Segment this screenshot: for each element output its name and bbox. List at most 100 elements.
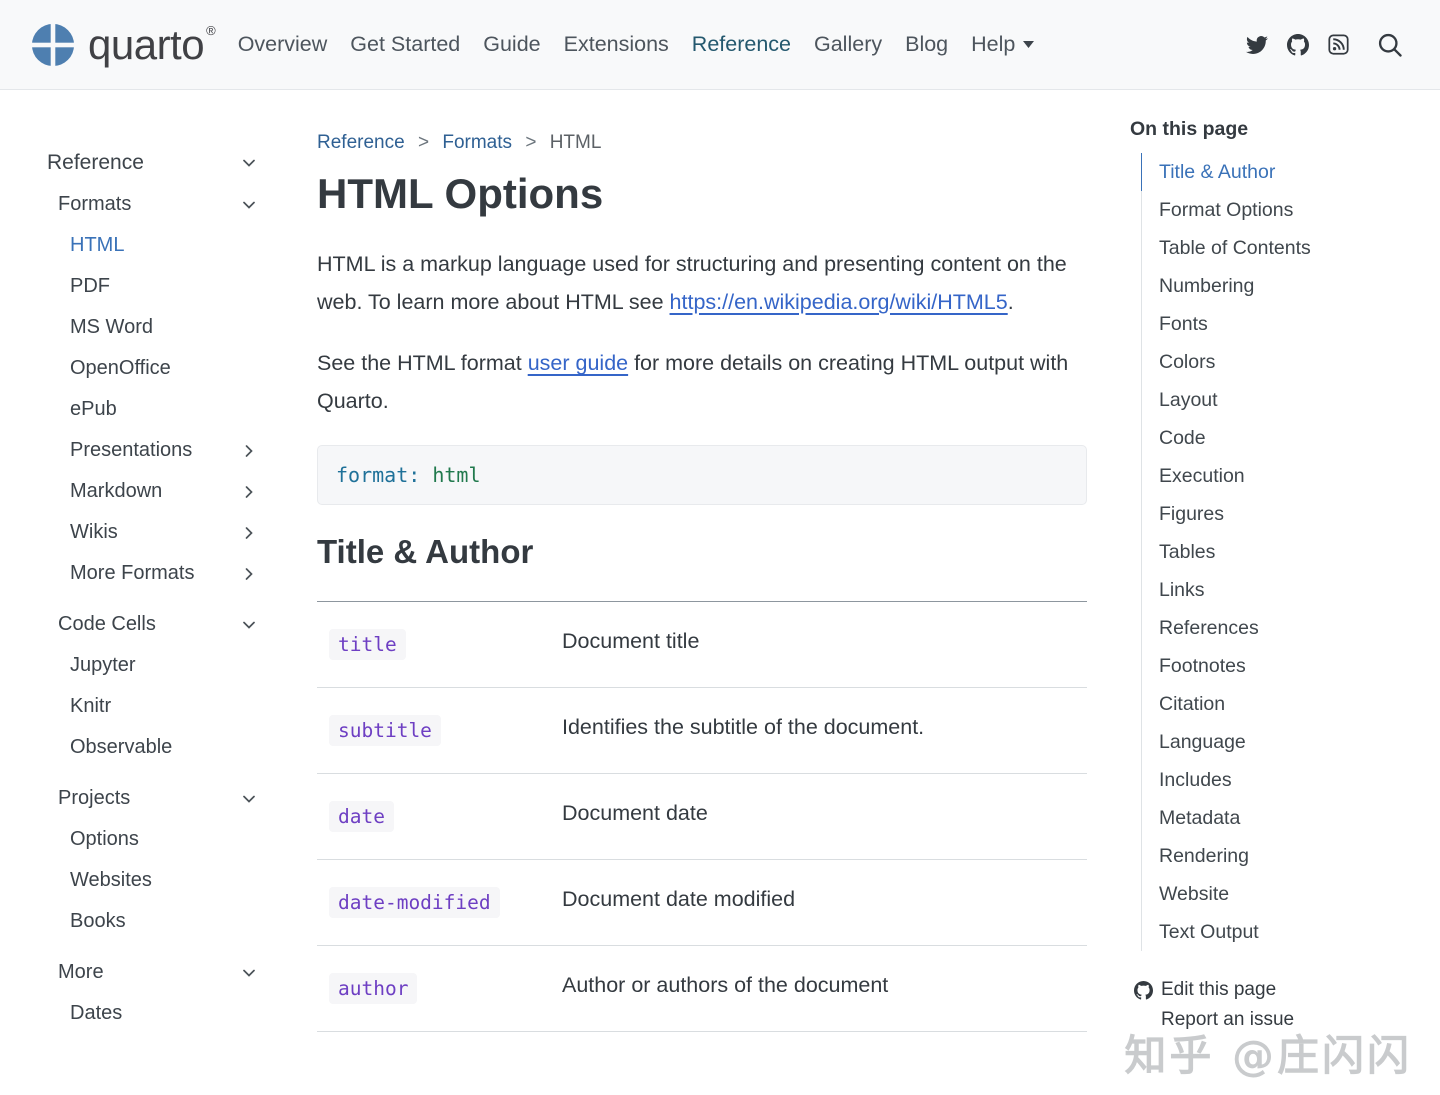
toc-item-fonts[interactable]: Fonts xyxy=(1141,305,1410,343)
sidebar-item-html[interactable]: HTML xyxy=(32,225,317,266)
sidebar-item-label: Books xyxy=(70,910,126,933)
chevron-right-icon xyxy=(241,566,257,582)
nav-guide[interactable]: Guide xyxy=(483,32,540,57)
sidebar-item-label: Dates xyxy=(70,1002,122,1025)
sidebar-item-options[interactable]: Options xyxy=(32,819,317,860)
sidebar-section-formats[interactable]: Formats xyxy=(32,184,317,225)
sidebar-section-projects[interactable]: Projects xyxy=(32,778,317,819)
report-issue-label: Report an issue xyxy=(1161,1009,1294,1031)
sidebar-item-label: OpenOffice xyxy=(70,357,171,380)
option-name: subtitle xyxy=(329,715,441,746)
toc-item-website[interactable]: Website xyxy=(1141,875,1410,913)
toc-item-layout[interactable]: Layout xyxy=(1141,381,1410,419)
toc: On this page Title & Author Format Optio… xyxy=(1100,90,1410,1095)
toc-item-table-of-contents[interactable]: Table of Contents xyxy=(1141,229,1410,267)
edit-page-link[interactable]: Edit this page xyxy=(1134,975,1410,1005)
nav-overview[interactable]: Overview xyxy=(238,32,328,57)
sidebar-item-markdown[interactable]: Markdown xyxy=(32,471,317,512)
quarto-logo[interactable]: quarto ® xyxy=(30,22,214,68)
user-guide-link[interactable]: user guide xyxy=(528,351,628,375)
sidebar-item-label: Jupyter xyxy=(70,654,136,677)
code-format-key: format xyxy=(336,463,408,487)
toc-item-figures[interactable]: Figures xyxy=(1141,495,1410,533)
sidebar-item-pdf[interactable]: PDF xyxy=(32,266,317,307)
toc-item-execution[interactable]: Execution xyxy=(1141,457,1410,495)
sidebar-item-label: Options xyxy=(70,828,139,851)
toc-item-text-output[interactable]: Text Output xyxy=(1141,913,1410,951)
option-name: date-modified xyxy=(329,887,500,918)
sidebar-item-wikis[interactable]: Wikis xyxy=(32,512,317,553)
sidebar-item-knitr[interactable]: Knitr xyxy=(32,686,317,727)
toc-item-links[interactable]: Links xyxy=(1141,571,1410,609)
toc-item-language[interactable]: Language xyxy=(1141,723,1410,761)
breadcrumb-separator: > xyxy=(525,132,536,153)
option-name: author xyxy=(329,973,417,1004)
sidebar-item-openoffice[interactable]: OpenOffice xyxy=(32,348,317,389)
toc-item-colors[interactable]: Colors xyxy=(1141,343,1410,381)
sidebar: Reference Formats HTML PDF MS Word OpenO… xyxy=(32,90,317,1095)
breadcrumb: Reference > Formats > HTML xyxy=(317,132,1087,154)
quarto-logo-icon xyxy=(30,22,76,68)
toc-item-code[interactable]: Code xyxy=(1141,419,1410,457)
sidebar-section-more[interactable]: More xyxy=(32,952,317,993)
code-html-value: html xyxy=(432,463,480,487)
toc-item-format-options[interactable]: Format Options xyxy=(1141,191,1410,229)
nav-help[interactable]: Help xyxy=(971,32,1035,57)
toc-item-title-author[interactable]: Title & Author xyxy=(1141,153,1410,191)
toc-item-metadata[interactable]: Metadata xyxy=(1141,799,1410,837)
option-description: Identifies the subtitle of the document. xyxy=(562,687,1087,773)
nav-get-started[interactable]: Get Started xyxy=(350,32,460,57)
chevron-down-icon xyxy=(241,791,257,807)
option-description: Document title xyxy=(562,601,1087,687)
toc-item-citation[interactable]: Citation xyxy=(1141,685,1410,723)
sidebar-item-observable[interactable]: Observable xyxy=(32,727,317,768)
search-icon[interactable] xyxy=(1376,31,1404,59)
sidebar-item-label: Formats xyxy=(58,193,131,216)
toc-item-numbering[interactable]: Numbering xyxy=(1141,267,1410,305)
sidebar-item-jupyter[interactable]: Jupyter xyxy=(32,645,317,686)
sidebar-section-code-cells[interactable]: Code Cells xyxy=(32,604,317,645)
toc-item-rendering[interactable]: Rendering xyxy=(1141,837,1410,875)
sidebar-item-more-formats[interactable]: More Formats xyxy=(32,553,317,594)
html5-wikipedia-link[interactable]: https://en.wikipedia.org/wiki/HTML5 xyxy=(670,290,1008,314)
sidebar-item-presentations[interactable]: Presentations xyxy=(32,430,317,471)
twitter-icon[interactable] xyxy=(1246,34,1268,56)
sidebar-item-websites[interactable]: Websites xyxy=(32,860,317,901)
sidebar-item-label: Knitr xyxy=(70,695,111,718)
sidebar-item-label: More xyxy=(58,961,104,984)
chevron-down-icon xyxy=(241,197,257,213)
table-row: subtitle Identifies the subtitle of the … xyxy=(317,687,1087,773)
sidebar-item-ms-word[interactable]: MS Word xyxy=(32,307,317,348)
table-row: date Document date xyxy=(317,773,1087,859)
edit-page-label: Edit this page xyxy=(1161,979,1276,1001)
github-icon xyxy=(1134,981,1153,1000)
toc-item-tables[interactable]: Tables xyxy=(1141,533,1410,571)
toc-heading: On this page xyxy=(1130,118,1410,141)
breadcrumb-formats[interactable]: Formats xyxy=(442,132,512,153)
nav-blog[interactable]: Blog xyxy=(905,32,948,57)
breadcrumb-current: HTML xyxy=(550,132,602,153)
report-issue-link[interactable]: Report an issue xyxy=(1134,1005,1410,1035)
registered-mark: ® xyxy=(206,23,216,38)
nav-extensions[interactable]: Extensions xyxy=(564,32,669,57)
sidebar-item-label: Code Cells xyxy=(58,613,156,636)
breadcrumb-separator: > xyxy=(418,132,429,153)
sidebar-item-label: Presentations xyxy=(70,439,192,462)
sidebar-item-label: HTML xyxy=(70,234,124,257)
nav-gallery[interactable]: Gallery xyxy=(814,32,882,57)
sidebar-section-reference[interactable]: Reference xyxy=(32,142,317,184)
rss-icon[interactable] xyxy=(1328,34,1349,55)
sidebar-item-epub[interactable]: ePub xyxy=(32,389,317,430)
github-icon[interactable] xyxy=(1287,34,1309,56)
chevron-down-icon xyxy=(241,617,257,633)
section-title-author: Title & Author xyxy=(317,533,1087,571)
options-table: title Document title subtitle Identifies… xyxy=(317,601,1087,1032)
nav-reference[interactable]: Reference xyxy=(692,32,791,57)
breadcrumb-reference[interactable]: Reference xyxy=(317,132,405,153)
toc-item-references[interactable]: References xyxy=(1141,609,1410,647)
toc-list: Title & Author Format Options Table of C… xyxy=(1141,153,1410,951)
sidebar-item-dates[interactable]: Dates xyxy=(32,993,317,1034)
toc-item-includes[interactable]: Includes xyxy=(1141,761,1410,799)
toc-item-footnotes[interactable]: Footnotes xyxy=(1141,647,1410,685)
sidebar-item-books[interactable]: Books xyxy=(32,901,317,942)
